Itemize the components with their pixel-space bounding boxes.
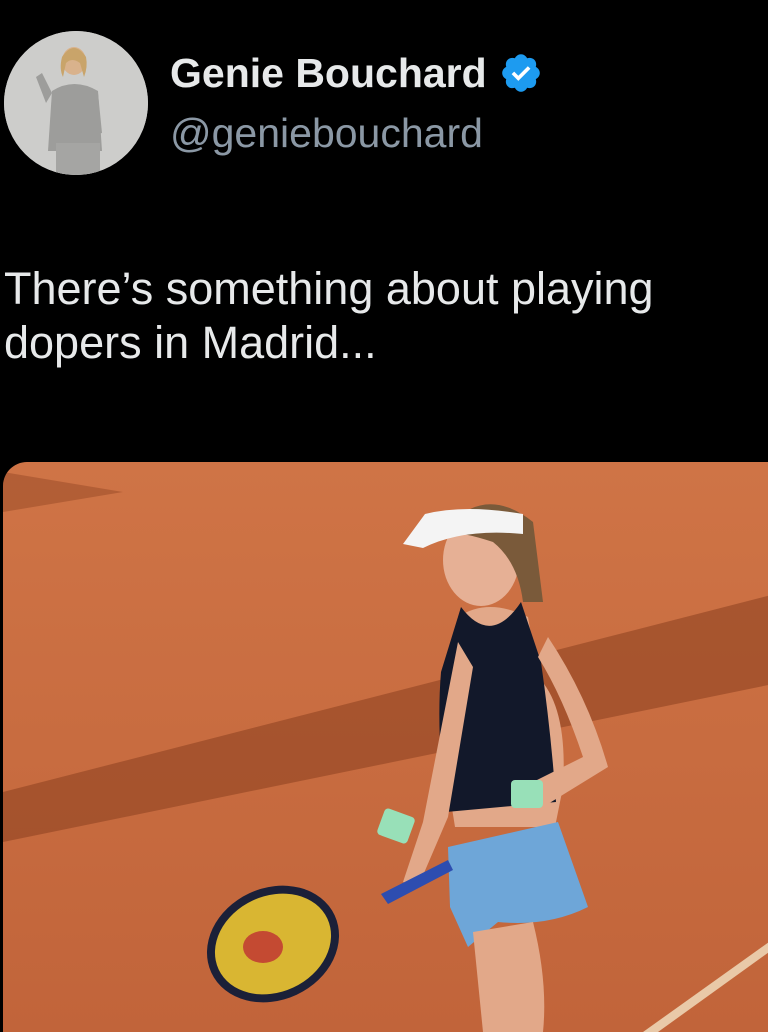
tweet-text: There’s something about playing dopers i… [4,263,654,368]
author-handle[interactable]: @geniebouchard [170,108,483,158]
profile-photo-icon [4,31,148,175]
author-name[interactable]: Genie Bouchard [170,48,487,98]
tennis-player-photo-icon [3,462,768,1032]
tweet-avatar[interactable] [4,31,148,175]
author-name-row[interactable]: Genie Bouchard [170,48,543,98]
verified-badge-icon [501,54,540,92]
tweet-media[interactable] [3,462,768,1032]
